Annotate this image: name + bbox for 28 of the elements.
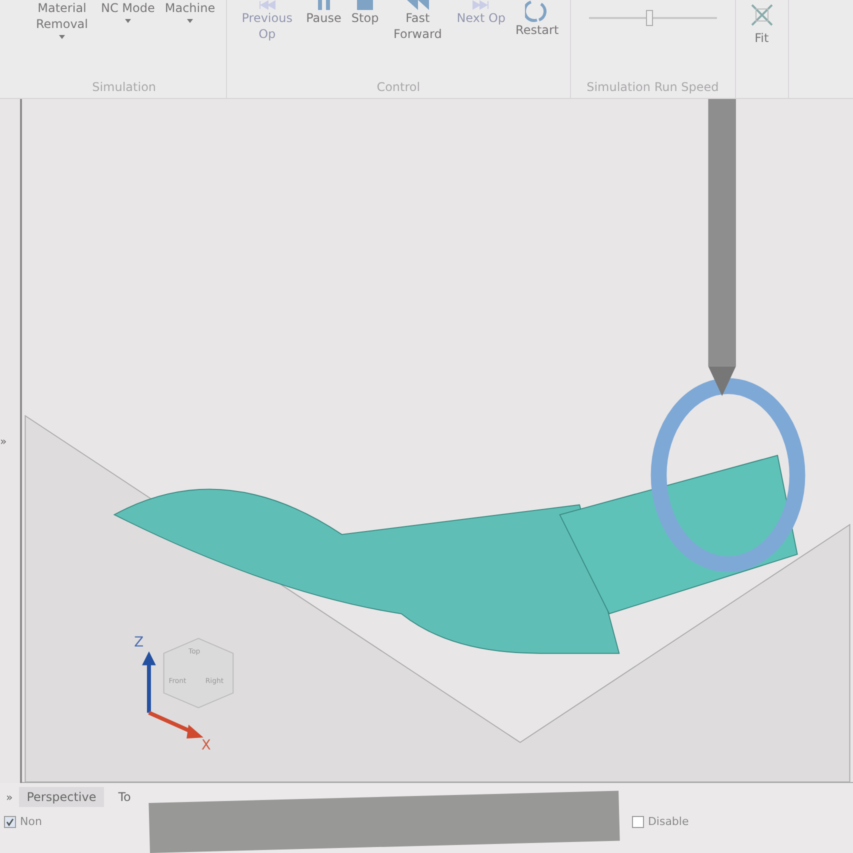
fast-forward-icon [406,0,430,10]
stop-icon [356,0,374,10]
view-tab[interactable]: Perspective [18,787,104,807]
ribbon-button[interactable]: Material Removal [30,0,94,39]
ribbon-button[interactable]: NC Mode [98,0,158,23]
expand-toggle[interactable]: » [6,790,13,804]
ribbon-button[interactable]: Restart [512,0,562,38]
group-label: Simulation Run Speed [586,80,719,96]
ribbon-button[interactable]: Fast Forward [386,0,450,42]
restart-icon [525,0,550,22]
view-tab[interactable]: To [110,787,139,807]
ribbon-button[interactable]: Fit [744,0,780,46]
ribbon-button[interactable]: Pause [303,0,344,26]
option-label: Disable [648,815,689,828]
checkbox[interactable] [4,816,16,828]
group-label: Control [376,80,420,96]
x-axis-arrow [148,710,204,738]
axis-label: X [201,737,211,754]
expand-toggle[interactable]: » [0,434,7,448]
ribbon-button[interactable]: Stop [348,0,382,26]
z-axis-arrow [142,651,156,713]
axis-label: Z [134,634,144,650]
checkbox[interactable] [632,816,644,828]
skip-forward-icon [472,0,490,10]
option-label: Non [20,815,42,828]
ribbon-button[interactable]: Machine [162,0,218,23]
group-label: Simulation [92,80,156,96]
skip-back-icon [258,0,276,10]
